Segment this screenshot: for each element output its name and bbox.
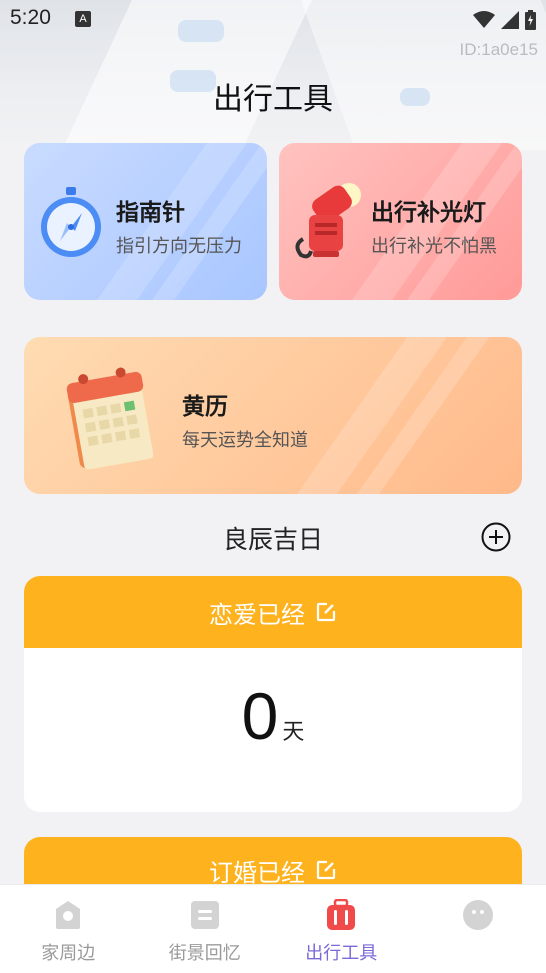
fill-light-icon — [291, 181, 365, 265]
counter-value-row: 0天 — [24, 678, 522, 754]
tool-title: 黄历 — [182, 387, 228, 421]
tool-title: 指南针 — [116, 193, 185, 227]
almanac-card[interactable]: 黄历 每天运势全知道 — [24, 337, 522, 494]
compass-icon — [38, 187, 104, 259]
tool-title: 出行补光灯 — [371, 193, 486, 227]
edit-icon[interactable] — [315, 601, 337, 623]
compass-card[interactable]: 指南针 指引方向无压力 — [24, 143, 267, 300]
counter-unit: 天 — [282, 719, 304, 744]
tool-subtitle: 出行补光不怕黑 — [371, 232, 497, 258]
tab-label: 家周边 — [0, 939, 137, 965]
bottom-tab-bar: 家周边 街景回忆 出行工具 — [0, 884, 546, 973]
tab-travel-tools[interactable]: 出行工具 — [273, 885, 410, 973]
battery-icon — [525, 10, 536, 30]
tab-label: 出行工具 — [273, 939, 410, 965]
suitcase-icon — [325, 899, 357, 931]
counter-label: 订婚已经 — [209, 853, 305, 888]
signal-icon — [501, 11, 519, 29]
notification-icon: A — [75, 11, 91, 27]
note-icon — [189, 899, 221, 931]
tab-nearby[interactable]: 家周边 — [0, 885, 137, 973]
system-icons — [473, 10, 536, 30]
tool-subtitle: 指引方向无压力 — [116, 232, 242, 258]
avatar-icon — [462, 899, 494, 931]
status-time: 5:20 — [10, 6, 51, 30]
tab-profile[interactable] — [410, 885, 546, 973]
counter-header[interactable]: 恋爱已经 — [24, 576, 522, 648]
wifi-icon — [473, 11, 495, 29]
tab-label: 街景回忆 — [137, 939, 274, 965]
tab-street-memory[interactable]: 街景回忆 — [137, 885, 274, 973]
calendar-icon — [62, 363, 158, 469]
counter-label: 恋爱已经 — [209, 595, 305, 630]
love-counter-card: 恋爱已经 0天 — [24, 576, 522, 812]
tool-subtitle: 每天运势全知道 — [182, 426, 308, 452]
location-icon — [52, 899, 84, 931]
device-id: ID:1a0e15 — [460, 40, 538, 60]
edit-icon[interactable] — [315, 859, 337, 881]
page-title: 出行工具 — [0, 74, 546, 118]
lucky-days-title: 良辰吉日 — [0, 520, 546, 556]
add-circle-icon[interactable] — [481, 522, 511, 552]
status-bar: 5:20 A — [0, 0, 546, 40]
fill-light-card[interactable]: 出行补光灯 出行补光不怕黑 — [279, 143, 522, 300]
counter-value: 0 — [242, 679, 279, 753]
